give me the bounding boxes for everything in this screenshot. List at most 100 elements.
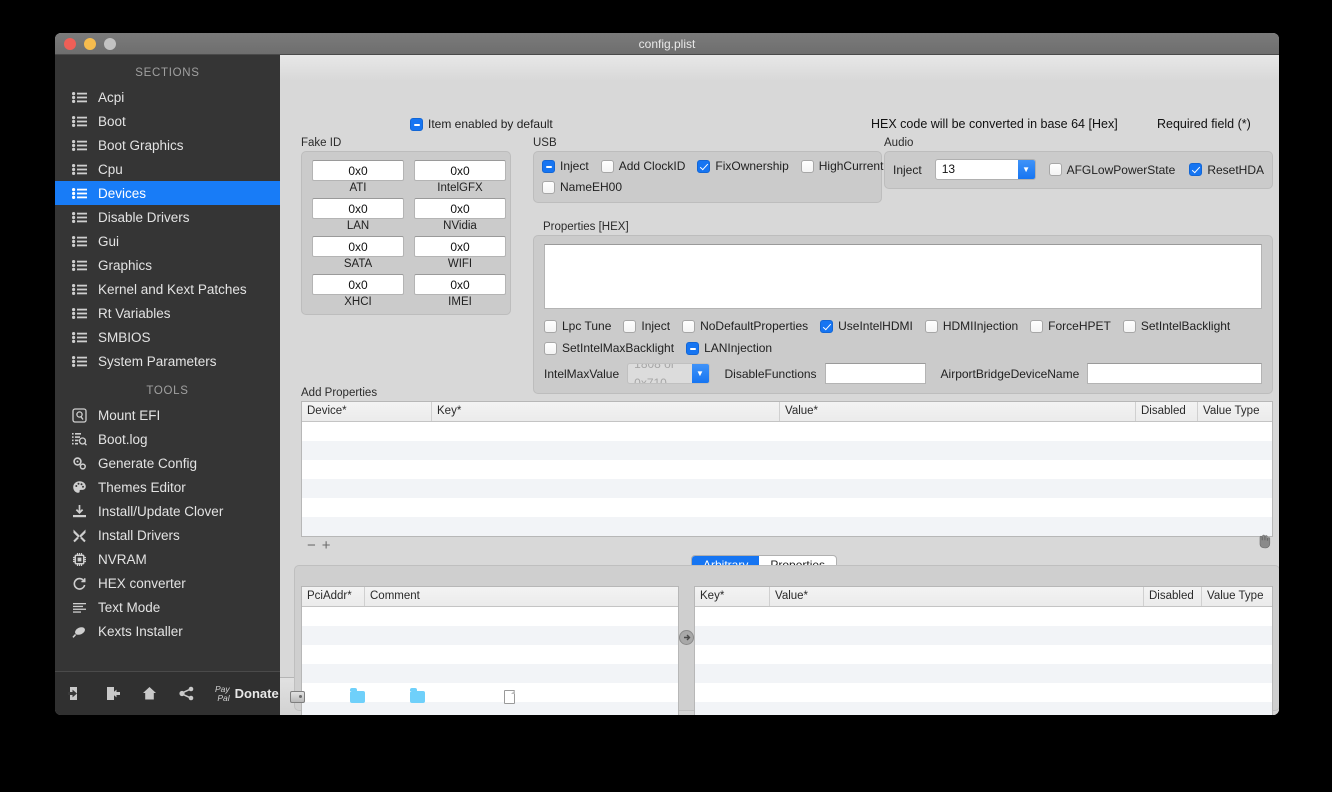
checkbox[interactable] xyxy=(1122,319,1136,333)
disablefunctions-input[interactable] xyxy=(824,363,926,384)
column-header[interactable]: Value Type xyxy=(1198,402,1272,421)
checkbox[interactable] xyxy=(1030,319,1044,333)
sidebar-item-acpi[interactable]: Acpi xyxy=(55,85,280,109)
table-row[interactable] xyxy=(302,479,1272,498)
sidebar-scroll[interactable]: SECTIONS Acpi Boot Boot Graphics Cpu Devices… xyxy=(55,55,280,671)
home-icon[interactable] xyxy=(139,684,159,704)
sidebar-tool-install-drivers[interactable]: Install Drivers xyxy=(55,523,280,547)
table-row[interactable] xyxy=(302,517,1272,536)
table-row[interactable] xyxy=(302,441,1272,460)
donate-button[interactable]: Pay Pal Donate xyxy=(215,684,279,703)
fakeid-input-ati[interactable] xyxy=(312,160,404,181)
properties-hex-textarea[interactable] xyxy=(544,244,1262,309)
sidebar-tool-text-mode[interactable]: Text Mode xyxy=(55,595,280,619)
table-row[interactable] xyxy=(302,498,1272,517)
checkbox[interactable] xyxy=(800,159,814,173)
sidebar-tool-hex-converter[interactable]: HEX converter xyxy=(55,571,280,595)
sidebar-item-rt-variables[interactable]: Rt Variables xyxy=(55,301,280,325)
sidebar-item-kernel-and-kext-patches[interactable]: Kernel and Kext Patches xyxy=(55,277,280,301)
add-properties-table[interactable]: Device* Key* Value* Disabled Value Type xyxy=(301,401,1273,537)
fakeid-input-nvidia[interactable] xyxy=(414,198,506,219)
ph-checkbox-useintelhdmi[interactable]: UseIntelHDMI xyxy=(820,319,913,333)
add-properties-body[interactable] xyxy=(302,422,1272,536)
add-property-button[interactable]: + xyxy=(322,538,331,553)
sidebar-item-cpu[interactable]: Cpu xyxy=(55,157,280,181)
sidebar-tool-install-update-clover[interactable]: Install/Update Clover xyxy=(55,499,280,523)
sidebar-item-graphics[interactable]: Graphics xyxy=(55,253,280,277)
sidebar-item-gui[interactable]: Gui xyxy=(55,229,280,253)
sidebar-tool-themes-editor[interactable]: Themes Editor xyxy=(55,475,280,499)
airportbridge-input[interactable] xyxy=(1087,363,1262,384)
checkbox[interactable] xyxy=(820,319,834,333)
share-icon[interactable] xyxy=(176,684,196,704)
checkbox[interactable] xyxy=(623,319,637,333)
export-icon[interactable] xyxy=(102,684,122,704)
table-row[interactable] xyxy=(695,607,1272,626)
ph2-checkbox-setintelmaxbacklight[interactable]: SetIntelMaxBacklight xyxy=(544,341,674,355)
fakeid-input-wifi[interactable] xyxy=(414,236,506,257)
checkbox[interactable] xyxy=(542,159,555,173)
ph-checkbox-setintelbacklight[interactable]: SetIntelBacklight xyxy=(1122,319,1230,333)
usb-checkbox-nameeh00[interactable]: NameEH00 xyxy=(542,180,622,194)
checkbox[interactable] xyxy=(600,159,614,173)
table-row[interactable] xyxy=(302,702,678,715)
checkbox[interactable] xyxy=(1048,163,1062,176)
column-header[interactable]: Disabled xyxy=(1144,587,1202,606)
hand-icon[interactable] xyxy=(1257,534,1271,553)
sidebar-tool-mount-efi[interactable]: Mount EFI xyxy=(55,403,280,427)
checkbox[interactable] xyxy=(544,319,557,333)
checkbox[interactable] xyxy=(686,341,700,355)
table-row[interactable] xyxy=(695,683,1272,702)
ph-checkbox-hdmiinjection[interactable]: HDMIInjection xyxy=(924,319,1018,333)
import-icon[interactable] xyxy=(65,684,85,704)
usb-checkbox-inject[interactable]: Inject xyxy=(542,159,589,173)
sidebar-item-boot-graphics[interactable]: Boot Graphics xyxy=(55,133,280,157)
table-row[interactable] xyxy=(695,626,1272,645)
checkbox[interactable] xyxy=(682,319,696,333)
column-header[interactable]: Value Type xyxy=(1202,587,1272,606)
ph2-checkbox-laninjection[interactable]: LANInjection xyxy=(686,341,772,355)
fakeid-input-xhci[interactable] xyxy=(312,274,404,295)
column-header[interactable]: Key* xyxy=(432,402,780,421)
table-row[interactable] xyxy=(302,645,678,664)
audio-inject-select[interactable]: 13 ▼ xyxy=(934,159,1036,180)
table-row[interactable] xyxy=(302,422,1272,441)
fakeid-input-sata[interactable] xyxy=(312,236,404,257)
fakeid-input-imei[interactable] xyxy=(414,274,506,295)
item-enabled-checkbox[interactable] xyxy=(410,117,423,131)
usb-checkbox-highcurrent[interactable]: HighCurrent xyxy=(800,159,883,173)
checkbox[interactable] xyxy=(1189,163,1203,176)
sidebar-item-devices[interactable]: Devices xyxy=(55,181,280,205)
remove-property-button[interactable]: − xyxy=(307,538,316,553)
table-row[interactable] xyxy=(302,460,1272,479)
checkbox[interactable] xyxy=(697,159,711,173)
column-header[interactable]: PciAddr* xyxy=(302,587,365,606)
table-row[interactable] xyxy=(695,664,1272,683)
sidebar-tool-generate-config[interactable]: Generate Config xyxy=(55,451,280,475)
fakeid-input-lan[interactable] xyxy=(312,198,404,219)
checkbox[interactable] xyxy=(542,180,555,194)
sidebar-tool-nvram[interactable]: NVRAM xyxy=(55,547,280,571)
item-enabled-checkbox-row[interactable]: Item enabled by default xyxy=(410,117,553,131)
table-row[interactable] xyxy=(302,626,678,645)
column-header[interactable]: Comment xyxy=(365,587,678,606)
column-header[interactable]: Disabled xyxy=(1136,402,1198,421)
sidebar-item-smbios[interactable]: SMBIOS xyxy=(55,325,280,349)
sidebar-item-system-parameters[interactable]: System Parameters xyxy=(55,349,280,373)
ph-checkbox-nodefaultproperties[interactable]: NoDefaultProperties xyxy=(682,319,808,333)
column-header[interactable]: Key* xyxy=(695,587,770,606)
column-header[interactable]: Value* xyxy=(770,587,1144,606)
customproperties-table[interactable]: Key* Value* Disabled Value Type xyxy=(694,586,1273,715)
column-header[interactable]: Value* xyxy=(780,402,1136,421)
fakeid-input-intelgfx[interactable] xyxy=(414,160,506,181)
arrow-right-circle-icon[interactable] xyxy=(679,630,694,650)
checkbox[interactable] xyxy=(924,319,938,333)
ph-checkbox-inject[interactable]: Inject xyxy=(623,319,670,333)
sidebar-item-boot[interactable]: Boot xyxy=(55,109,280,133)
table-row[interactable] xyxy=(695,645,1272,664)
ph-checkbox-lpc-tune[interactable]: Lpc Tune xyxy=(544,319,611,333)
table-row[interactable] xyxy=(302,607,678,626)
usb-checkbox-add-clockid[interactable]: Add ClockID xyxy=(600,159,685,173)
table-row[interactable] xyxy=(302,664,678,683)
usb-checkbox-fixownership[interactable]: FixOwnership xyxy=(697,159,789,173)
